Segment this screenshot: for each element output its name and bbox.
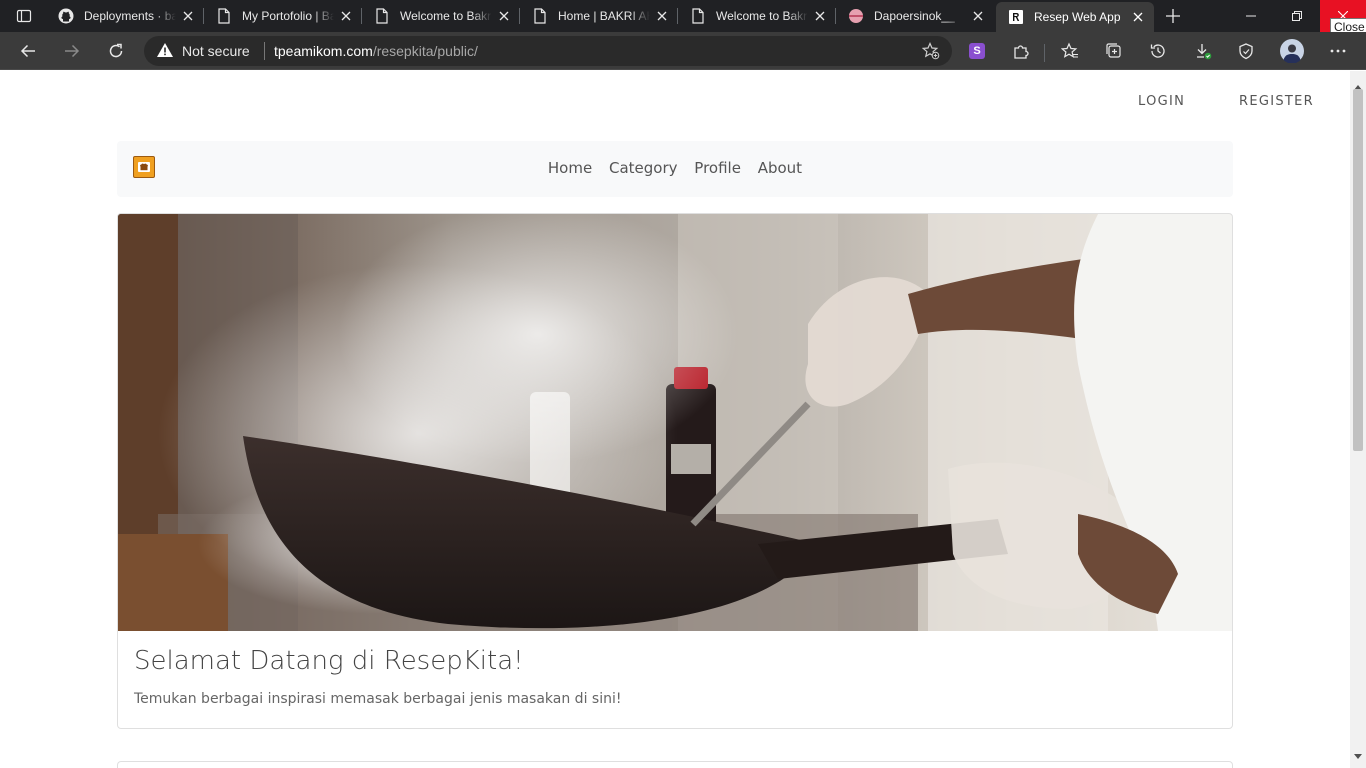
site-navbar: Home Category Profile About — [117, 141, 1233, 197]
add-favorite-icon[interactable] — [921, 42, 940, 65]
new-tab-button[interactable] — [1161, 4, 1185, 28]
r-logo-icon — [1008, 9, 1024, 25]
url-text[interactable]: tpeamikom.com/resepkita/public/ — [274, 43, 478, 59]
site-icon — [848, 8, 864, 24]
hero-subtitle: Temukan berbagai inspirasi memasak berba… — [134, 691, 622, 707]
nav-about[interactable]: About — [758, 159, 802, 177]
tab-resep-web-app[interactable]: Resep Web App — [996, 2, 1154, 32]
nav-category[interactable]: Category — [609, 159, 678, 177]
url-host: tpeamikom.com — [274, 43, 373, 59]
address-separator — [264, 42, 265, 60]
forward-arrow-icon — [65, 44, 80, 58]
warning-icon[interactable] — [156, 42, 174, 63]
more-dots-icon — [1330, 49, 1346, 53]
tab-strip: Deployments · bakriahmad/ResepKita My Po… — [0, 0, 1366, 32]
tab-close-icon[interactable] — [180, 8, 196, 24]
url-path: /resepkita/public/ — [372, 43, 478, 59]
back-arrow-icon — [20, 44, 35, 58]
tab-welcome-2[interactable]: Welcome to Bakri Ahmad — [678, 0, 836, 32]
tab-close-icon[interactable] — [812, 8, 828, 24]
next-section-card — [117, 761, 1233, 768]
collections-button[interactable] — [1100, 37, 1128, 65]
nav-home[interactable]: Home — [548, 159, 592, 177]
register-link[interactable]: REGISTER — [1239, 94, 1314, 109]
collections-icon — [1106, 43, 1121, 58]
tab-close-icon[interactable] — [338, 8, 354, 24]
tab-title: Welcome to Bakri Ahmad — [716, 9, 808, 23]
forward-button[interactable] — [58, 37, 86, 65]
refresh-icon — [109, 43, 123, 58]
tab-welcome-1[interactable]: Welcome to Bakri Ahmad — [362, 0, 520, 32]
document-icon — [690, 8, 706, 24]
github-icon — [58, 8, 74, 24]
document-icon — [216, 8, 232, 24]
refresh-button[interactable] — [102, 37, 130, 65]
security-label[interactable]: Not secure — [182, 43, 250, 59]
address-bar[interactable]: Not secure tpeamikom.com/resepkita/publi… — [144, 36, 952, 66]
tab-close-icon[interactable] — [496, 8, 512, 24]
back-button[interactable] — [14, 37, 42, 65]
toolbar-separator — [1044, 44, 1045, 62]
downloads-button[interactable] — [1189, 37, 1217, 65]
login-link[interactable]: LOGIN — [1138, 94, 1185, 109]
tab-title: Dapoersinok__ — [874, 9, 955, 23]
shield-heart-icon — [1239, 43, 1253, 60]
hero-title: Selamat Datang di ResepKita! — [134, 646, 524, 676]
tab-title: Home | BAKRI AHMAD — [558, 9, 650, 23]
extension-s-icon: S — [969, 43, 985, 59]
welcome-card: Selamat Datang di ResepKita! Temukan ber… — [117, 213, 1233, 729]
tab-close-icon[interactable] — [1130, 9, 1146, 25]
favorites-button[interactable] — [1056, 37, 1084, 65]
nav-links: Home Category Profile About — [117, 159, 1233, 177]
document-icon — [532, 8, 548, 24]
restore-button[interactable] — [1274, 0, 1320, 32]
nav-profile[interactable]: Profile — [694, 159, 741, 177]
tab-dapoersinok[interactable]: Dapoersinok__ — [836, 0, 994, 32]
favorites-star-icon — [1061, 42, 1078, 58]
minimize-button[interactable] — [1228, 0, 1274, 32]
history-button[interactable] — [1144, 37, 1172, 65]
plus-icon — [1166, 9, 1180, 23]
extension-s-button[interactable]: S — [963, 37, 991, 65]
tab-close-icon[interactable] — [654, 8, 670, 24]
tab-portfolio[interactable]: My Portofolio | Bakri Ahmad — [204, 0, 362, 32]
puzzle-icon — [1014, 45, 1029, 59]
restore-icon — [1292, 11, 1302, 21]
avatar — [1280, 39, 1304, 63]
settings-menu-button[interactable] — [1324, 37, 1352, 65]
browser-toolbar: Not secure tpeamikom.com/resepkita/publi… — [0, 32, 1366, 70]
profile-button[interactable] — [1278, 37, 1306, 65]
tab-title: My Portofolio | Bakri Ahmad — [242, 9, 334, 23]
tab-close-icon[interactable] — [970, 8, 986, 24]
tab-actions-icon — [16, 9, 32, 23]
scrollbar-thumb[interactable] — [1353, 89, 1363, 451]
tab-deployments[interactable]: Deployments · bakriahmad/ResepKita — [46, 0, 204, 32]
tab-title: Welcome to Bakri Ahmad — [400, 9, 492, 23]
document-icon — [374, 8, 390, 24]
tab-title: Deployments · bakriahmad/ResepKita — [84, 9, 176, 23]
extensions-button[interactable] — [1007, 37, 1035, 65]
tab-home-bakri[interactable]: Home | BAKRI AHMAD — [520, 0, 678, 32]
page-scrollbar[interactable] — [1350, 71, 1366, 768]
download-icon — [1197, 44, 1212, 60]
tab-title: Resep Web App — [1034, 10, 1121, 24]
tab-actions-button[interactable] — [8, 4, 40, 28]
page-viewport: LOGIN REGISTER Home Category Profile Abo… — [0, 71, 1350, 768]
history-icon — [1150, 44, 1165, 58]
browser-essentials-button[interactable] — [1232, 37, 1260, 65]
minimize-icon — [1246, 15, 1256, 17]
scroll-down-arrow-icon[interactable] — [1354, 745, 1362, 764]
hero-image — [118, 214, 1232, 631]
